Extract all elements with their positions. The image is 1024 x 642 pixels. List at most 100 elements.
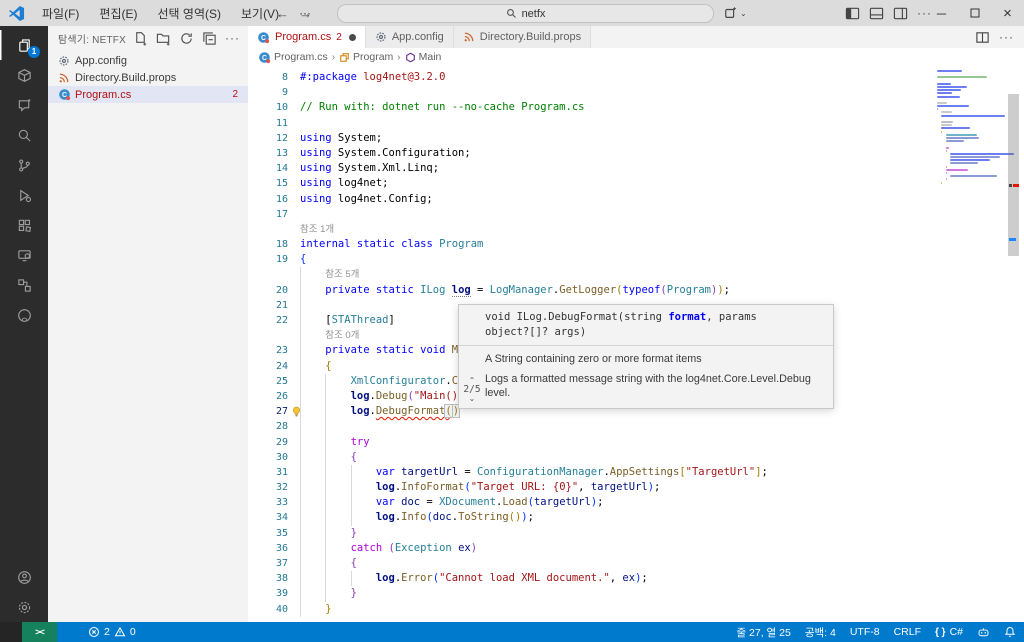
- line-number[interactable]: 21: [248, 298, 288, 313]
- code-line[interactable]: 9: [248, 85, 1024, 100]
- status-item--27-25[interactable]: 줄 27, 열 25: [736, 625, 790, 640]
- line-number[interactable]: 23: [248, 343, 288, 358]
- editor-more-icon[interactable]: ···: [999, 28, 1014, 46]
- code-line[interactable]: 40}: [248, 601, 1024, 617]
- line-number[interactable]: 24: [248, 359, 288, 374]
- code-line[interactable]: 15 using log4net;: [248, 176, 1024, 191]
- code-line[interactable]: 13 using System.Configuration;: [248, 146, 1024, 161]
- command-center-search[interactable]: netfx: [337, 4, 714, 23]
- codelens-row[interactable]: 참조 5개: [248, 267, 1024, 283]
- back-arrow-icon[interactable]: ←: [276, 6, 289, 21]
- status-item-c#[interactable]: { } C#: [935, 626, 963, 638]
- activity-extensions-icon[interactable]: [0, 210, 48, 240]
- code-line[interactable]: 36 catch (Exception ex): [248, 540, 1024, 556]
- file-row[interactable]: C Program.cs 2: [48, 86, 248, 103]
- line-number[interactable]: 40: [248, 602, 288, 617]
- new-folder-icon[interactable]: [156, 31, 171, 46]
- code-line[interactable]: 17: [248, 207, 1024, 222]
- ellipsis-icon[interactable]: ···: [225, 29, 240, 47]
- code-line[interactable]: 33 var doc = XDocument.Load(targetUrl);: [248, 495, 1024, 511]
- line-number[interactable]: 13: [248, 146, 288, 161]
- scrollbar-thumb[interactable]: [1008, 94, 1019, 256]
- activity-debug-icon[interactable]: [0, 180, 48, 210]
- code-line[interactable]: 32 log.InfoFormat("Target URL: {0}", targ…: [248, 480, 1024, 496]
- minimize-button[interactable]: ─: [925, 0, 958, 26]
- forward-arrow-icon[interactable]: →: [299, 6, 312, 21]
- line-number[interactable]: 36: [248, 541, 288, 556]
- code-line[interactable]: 19 {: [248, 252, 1024, 267]
- activity-search-icon[interactable]: [0, 120, 48, 150]
- activity-files-icon[interactable]: 1: [0, 30, 48, 60]
- codelens-row[interactable]: 참조 1개: [248, 222, 1024, 237]
- codelens-references[interactable]: 참조 0개: [325, 329, 359, 343]
- tab-program-cs[interactable]: C Program.cs 2: [248, 26, 366, 48]
- code-line[interactable]: 35}: [248, 525, 1024, 541]
- line-number[interactable]: 28: [248, 419, 288, 434]
- problems-indicator[interactable]: 2 0: [88, 622, 136, 642]
- codelens-references[interactable]: 참조 5개: [325, 268, 359, 282]
- line-number[interactable]: 37: [248, 556, 288, 571]
- code-line[interactable]: 28: [248, 419, 1024, 435]
- line-number[interactable]: 27: [248, 404, 288, 419]
- maximize-button[interactable]: [958, 0, 991, 26]
- code-line[interactable]: 10 // Run with: dotnet run --no-cache Pro…: [248, 100, 1024, 115]
- breadcrumb-item[interactable]: C Program.cs: [258, 51, 328, 64]
- line-number[interactable]: 15: [248, 176, 288, 191]
- line-number[interactable]: 32: [248, 480, 288, 495]
- line-number[interactable]: 39: [248, 586, 288, 601]
- code-line[interactable]: 14 using System.Xml.Linq;: [248, 161, 1024, 176]
- line-number[interactable]: 26: [248, 389, 288, 404]
- line-number[interactable]: 20: [248, 283, 288, 298]
- split-editor-icon[interactable]: [975, 30, 990, 45]
- next-signature-icon[interactable]: ⌄: [462, 394, 482, 402]
- activity-source-control-icon[interactable]: [0, 150, 48, 180]
- toggle-secondary-sidebar-icon[interactable]: [893, 6, 908, 21]
- activity-settings-icon[interactable]: [0, 592, 48, 622]
- activity-chat-icon[interactable]: [0, 90, 48, 120]
- line-number[interactable]: 29: [248, 435, 288, 450]
- status-item--4[interactable]: 공백: 4: [805, 625, 836, 640]
- file-row[interactable]: Directory.Build.props: [48, 69, 248, 86]
- line-number[interactable]: 14: [248, 161, 288, 176]
- code-line[interactable]: 8 #:package log4net@3.2.0: [248, 70, 1024, 85]
- file-row[interactable]: App.config: [48, 52, 248, 69]
- code-line[interactable]: 37 {: [248, 556, 1024, 572]
- line-number[interactable]: 17: [248, 207, 288, 222]
- line-number[interactable]: 8: [248, 70, 288, 85]
- collapse-all-icon[interactable]: [202, 31, 217, 46]
- code-line[interactable]: 16 using log4net.Config;: [248, 192, 1024, 207]
- line-number[interactable]: 12: [248, 131, 288, 146]
- line-number[interactable]: 11: [248, 116, 288, 131]
- editor-scrollbar[interactable]: [1007, 66, 1020, 622]
- line-number[interactable]: 22: [248, 313, 288, 328]
- line-number[interactable]: 9: [248, 85, 288, 100]
- status-item-utf-8[interactable]: UTF-8: [850, 626, 880, 638]
- line-number[interactable]: 34: [248, 510, 288, 525]
- line-number[interactable]: 30: [248, 450, 288, 465]
- menu-item-2[interactable]: 선택 영역(S): [149, 3, 229, 24]
- code-line[interactable]: 12 using System;: [248, 131, 1024, 146]
- modified-dot-icon[interactable]: [348, 33, 356, 41]
- status-item[interactable]: [1004, 626, 1016, 638]
- code-line[interactable]: 18 internal static class Program: [248, 237, 1024, 252]
- code-line[interactable]: 11: [248, 116, 1024, 131]
- prev-signature-icon[interactable]: ⌃: [462, 376, 482, 384]
- activity-account-icon[interactable]: [0, 562, 48, 592]
- activity-references-icon[interactable]: [0, 270, 48, 300]
- line-number[interactable]: 10: [248, 100, 288, 115]
- breadcrumb-item[interactable]: Main: [405, 51, 441, 63]
- activity-package-icon[interactable]: [0, 60, 48, 90]
- menu-item-1[interactable]: 편집(E): [91, 3, 145, 24]
- line-number[interactable]: 25: [248, 374, 288, 389]
- line-number[interactable]: 38: [248, 571, 288, 586]
- minimap[interactable]: [937, 70, 1015, 185]
- remote-indicator[interactable]: ><: [22, 622, 57, 642]
- activity-remote-explorer-icon[interactable]: [0, 240, 48, 270]
- new-file-icon[interactable]: [133, 31, 148, 46]
- code-line[interactable]: 31 var targetUrl = ConfigurationManager.A…: [248, 464, 1024, 481]
- line-number[interactable]: 33: [248, 495, 288, 510]
- code-line[interactable]: 29 try: [248, 434, 1024, 450]
- line-number[interactable]: 19: [248, 252, 288, 267]
- line-number[interactable]: 16: [248, 192, 288, 207]
- code-line[interactable]: 30 {: [248, 449, 1024, 465]
